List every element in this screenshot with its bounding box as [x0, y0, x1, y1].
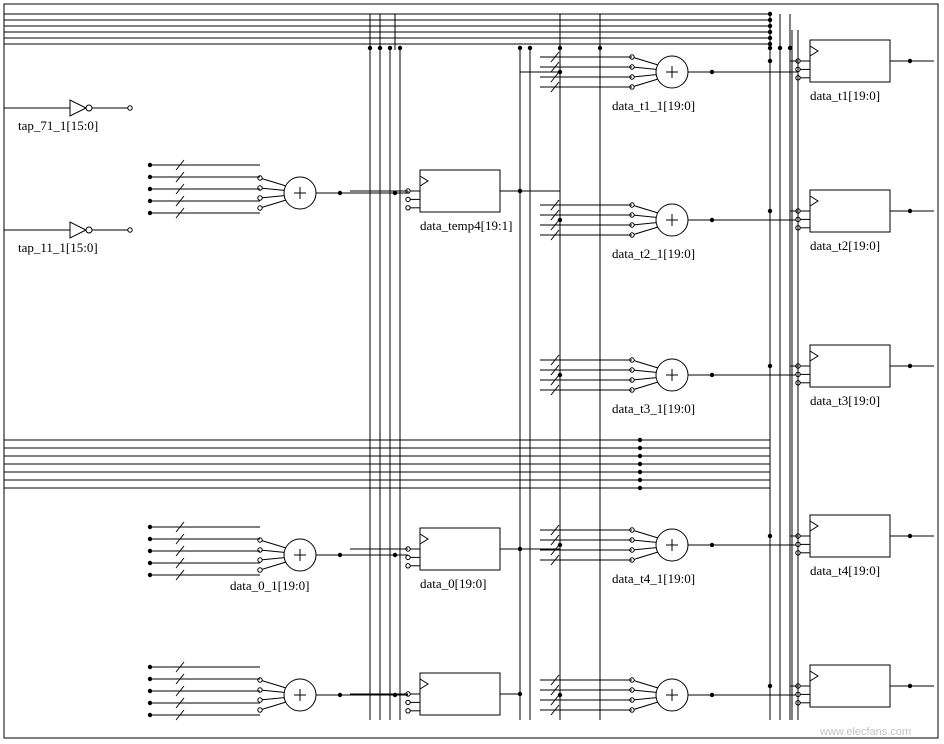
svg-text:tap_71_1[15:0]: tap_71_1[15:0]	[18, 118, 98, 133]
svg-text:data_t4[19:0]: data_t4[19:0]	[810, 563, 880, 578]
svg-text:data_0[19:0]: data_0[19:0]	[420, 576, 486, 591]
svg-text:www.elecfans.com: www.elecfans.com	[819, 726, 911, 738]
svg-text:data_t4_1[19:0]: data_t4_1[19:0]	[612, 571, 695, 586]
svg-text:data_t3[19:0]: data_t3[19:0]	[810, 393, 880, 408]
svg-text:data_t2_1[19:0]: data_t2_1[19:0]	[612, 246, 695, 261]
svg-text:data_t1[19:0]: data_t1[19:0]	[810, 88, 880, 103]
svg-text:data_temp4[19:1]: data_temp4[19:1]	[420, 218, 512, 233]
svg-text:data_0_1[19:0]: data_0_1[19:0]	[230, 578, 309, 593]
svg-text:data_t1_1[19:0]: data_t1_1[19:0]	[612, 98, 695, 113]
svg-text:data_t3_1[19:0]: data_t3_1[19:0]	[612, 401, 695, 416]
svg-text:tap_11_1[15:0]: tap_11_1[15:0]	[18, 240, 98, 255]
schematic-diagram: tap_71_1[15:0] tap_11_1[15:0] data_0_1[19:…	[0, 0, 944, 744]
svg-text:data_t2[19:0]: data_t2[19:0]	[810, 238, 880, 253]
